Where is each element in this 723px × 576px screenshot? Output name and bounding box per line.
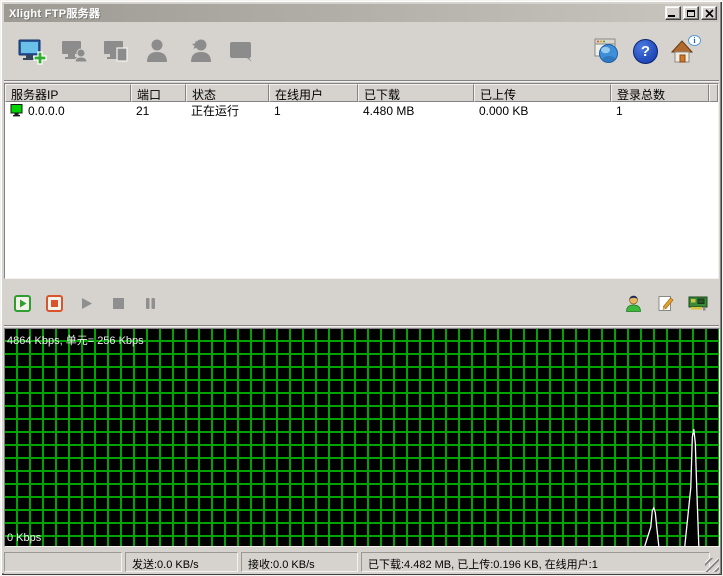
start-server-icon bbox=[78, 295, 95, 312]
close-button[interactable] bbox=[701, 6, 717, 20]
status-panel-totals: 已下载:4.482 MB, 已上传:0.196 KB, 在线用户:1 bbox=[361, 552, 710, 572]
delete-server-icon bbox=[59, 36, 89, 66]
cell-downloaded: 4.480 MB bbox=[358, 104, 474, 118]
status-panel-general bbox=[4, 552, 122, 572]
info-bubble-icon: i bbox=[688, 35, 701, 46]
user-accounts-icon bbox=[143, 36, 173, 66]
user-groups-icon bbox=[185, 36, 215, 66]
cell-status: 正在运行 bbox=[186, 102, 269, 119]
window-title: Xlight FTP服务器 bbox=[9, 5, 665, 21]
status-panel-send-rate: 发送:0.0 KB/s bbox=[125, 552, 238, 572]
header-total-logins[interactable]: 登录总数 bbox=[611, 84, 709, 102]
user-groups-button bbox=[185, 36, 215, 66]
minimize-icon bbox=[668, 15, 675, 17]
server-list-header: 服务器IP 端口 状态 在线用户 已下载 已上传 登录总数 bbox=[5, 84, 718, 102]
server-running-icon bbox=[10, 104, 24, 117]
pause-server-button bbox=[142, 295, 159, 312]
start-server-button bbox=[78, 295, 95, 312]
stop-server-icon bbox=[110, 295, 127, 312]
main-toolbar: ? i bbox=[4, 22, 719, 81]
close-icon bbox=[705, 9, 714, 18]
online-users-icon bbox=[624, 294, 643, 313]
maximize-button[interactable] bbox=[683, 6, 699, 20]
cell-online-users: 1 bbox=[269, 104, 358, 118]
header-online-users[interactable]: 在线用户 bbox=[269, 84, 358, 102]
server-config-icon bbox=[101, 36, 131, 66]
titlebar[interactable]: Xlight FTP服务器 bbox=[4, 4, 719, 22]
server-list: 服务器IP 端口 状态 在线用户 已下载 已上传 登录总数 0.0.0.0 21… bbox=[4, 83, 719, 279]
maximize-icon bbox=[687, 10, 695, 17]
stop-all-icon bbox=[46, 295, 63, 312]
online-users-button[interactable] bbox=[624, 294, 643, 313]
minimize-button[interactable] bbox=[665, 6, 681, 20]
view-log-icon bbox=[656, 294, 675, 313]
start-all-button[interactable] bbox=[14, 295, 31, 312]
server-config-button bbox=[101, 36, 131, 66]
delete-server-button bbox=[59, 36, 89, 66]
add-server-button[interactable] bbox=[17, 36, 47, 66]
help-glyph: ? bbox=[641, 43, 650, 60]
window-controls bbox=[665, 6, 717, 20]
status-bar: 发送:0.0 KB/s 接收:0.0 KB/s 已下载:4.482 MB, 已上… bbox=[4, 550, 719, 574]
server-window-button bbox=[227, 36, 257, 66]
header-server-ip[interactable]: 服务器IP bbox=[5, 84, 131, 102]
cell-server-ip: 0.0.0.0 bbox=[5, 104, 131, 118]
web-admin-icon bbox=[592, 36, 622, 66]
server-window-icon bbox=[227, 36, 257, 66]
traffic-monitor-icon bbox=[688, 295, 709, 312]
add-server-icon bbox=[17, 36, 47, 66]
graph-zero-label: 0 Kbps bbox=[7, 532, 41, 544]
traffic-spikes bbox=[5, 329, 718, 546]
server-row[interactable]: 0.0.0.0 21 正在运行 1 4.480 MB 0.000 KB 1 bbox=[5, 102, 718, 119]
traffic-monitor-button[interactable] bbox=[688, 295, 709, 312]
header-spacer bbox=[709, 84, 718, 102]
user-accounts-button bbox=[143, 36, 173, 66]
pause-server-icon bbox=[142, 295, 159, 312]
stop-server-button bbox=[110, 295, 127, 312]
cell-total-logins: 1 bbox=[611, 104, 709, 118]
web-admin-button[interactable] bbox=[592, 36, 622, 66]
header-uploaded[interactable]: 已上传 bbox=[474, 84, 611, 102]
help-icon: ? bbox=[633, 39, 658, 64]
resize-grip[interactable] bbox=[705, 558, 719, 572]
help-button[interactable]: ? bbox=[633, 39, 658, 64]
cell-port: 21 bbox=[131, 104, 186, 118]
transport-toolbar bbox=[4, 281, 719, 326]
traffic-graph: 4864 Kbps, 单元= 256 Kbps 0 Kbps bbox=[4, 328, 720, 547]
cell-uploaded: 0.000 KB bbox=[474, 104, 611, 118]
graph-scale-label: 4864 Kbps, 单元= 256 Kbps bbox=[7, 332, 144, 348]
home-button[interactable]: i bbox=[669, 36, 699, 66]
header-status[interactable]: 状态 bbox=[186, 84, 269, 102]
stop-all-button[interactable] bbox=[46, 295, 63, 312]
header-downloaded[interactable]: 已下载 bbox=[358, 84, 474, 102]
header-port[interactable]: 端口 bbox=[131, 84, 186, 102]
xlight-ftp-window: Xlight FTP服务器 bbox=[0, 0, 723, 576]
status-panel-receive-rate: 接收:0.0 KB/s bbox=[241, 552, 358, 572]
view-log-button[interactable] bbox=[656, 294, 675, 313]
start-all-icon bbox=[14, 295, 31, 312]
